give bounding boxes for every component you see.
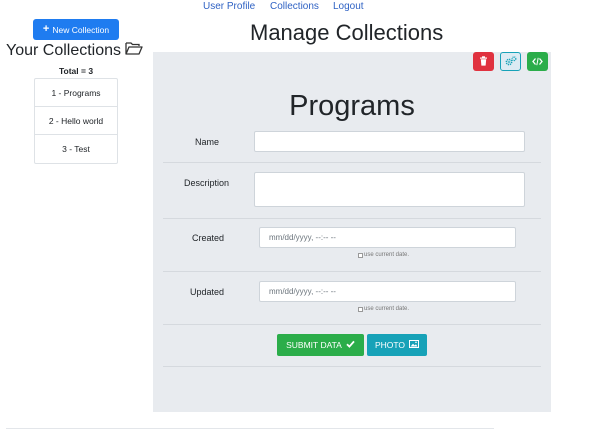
updated-datetime-input[interactable]: mm/dd/yyyy, --:-- --	[259, 281, 516, 302]
checkbox-label: use current date.	[364, 252, 410, 258]
new-collection-label: New Collection	[52, 24, 110, 35]
plus-icon: +	[42, 23, 50, 35]
created-use-current-date[interactable]: use current date.	[358, 252, 409, 258]
collection-item[interactable]: 1 - Programs	[35, 79, 117, 107]
description-textarea[interactable]	[254, 172, 525, 207]
submit-data-label: SUBMIT DATA	[286, 340, 342, 350]
nav-logout-link[interactable]: Logout	[333, 1, 364, 12]
updated-label: Updated	[190, 287, 225, 297]
cogs-icon	[505, 53, 517, 71]
divider	[163, 162, 541, 163]
nav-collections-link[interactable]: Collections	[270, 1, 319, 12]
top-nav: User Profile Collections Logout	[0, 1, 600, 15]
created-datetime-input[interactable]: mm/dd/yyyy, --:-- --	[259, 227, 516, 248]
collection-item[interactable]: 2 - Hello world	[35, 107, 117, 135]
new-collection-button[interactable]: + New Collection	[33, 19, 119, 40]
checkbox[interactable]	[358, 252, 363, 258]
checkbox-label: use current date.	[364, 306, 410, 312]
updated-use-current-date[interactable]: use current date.	[358, 306, 409, 312]
settings-button[interactable]	[500, 52, 521, 71]
your-collections-heading: Your Collections	[6, 41, 143, 60]
footer-divider	[6, 428, 494, 429]
your-collections-title: Your Collections	[6, 41, 122, 59]
page-title: Manage Collections	[250, 20, 444, 45]
divider	[163, 218, 541, 219]
collections-list: 1 - Programs 2 - Hello world 3 - Test	[34, 78, 118, 164]
name-input[interactable]	[254, 131, 525, 152]
image-icon	[409, 340, 420, 350]
collections-total: Total = 3	[58, 66, 94, 76]
description-label: Description	[184, 178, 230, 188]
name-label: Name	[195, 137, 220, 147]
nav-user-profile-link[interactable]: User Profile	[203, 1, 255, 12]
divider	[163, 324, 541, 325]
collection-title: Programs	[289, 90, 415, 122]
delete-button[interactable]	[473, 52, 494, 71]
check-icon	[346, 340, 355, 350]
divider	[163, 366, 541, 367]
created-label: Created	[192, 233, 225, 243]
collection-panel: Programs Name Description Created mm/dd/…	[153, 52, 551, 412]
collection-item[interactable]: 3 - Test	[35, 135, 117, 163]
checkbox[interactable]	[358, 306, 363, 312]
code-button[interactable]	[527, 52, 548, 71]
submit-data-button[interactable]: SUBMIT DATA	[277, 334, 364, 356]
trash-icon	[479, 53, 488, 71]
divider	[163, 271, 541, 272]
photo-button[interactable]: PHOTO	[367, 334, 427, 356]
folder-open-icon	[125, 41, 143, 60]
code-icon	[532, 53, 543, 71]
photo-label: PHOTO	[374, 340, 406, 350]
